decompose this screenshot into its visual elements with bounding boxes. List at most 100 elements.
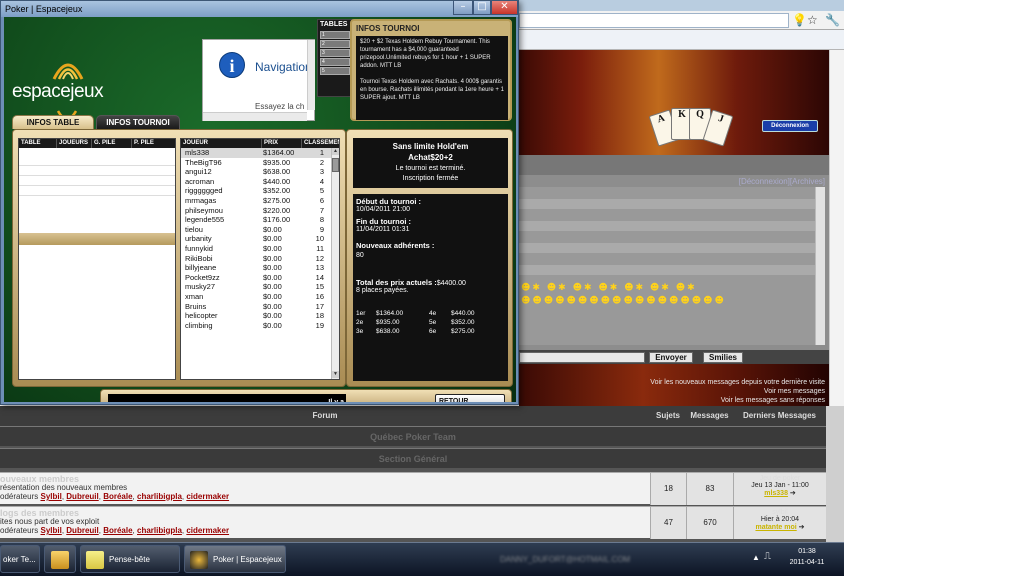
logout-button[interactable]: Déconnexion <box>762 120 818 132</box>
player-row[interactable]: legende555 $176.00 8 <box>181 215 331 225</box>
forum-row: logs des membres ites nous part de vos e… <box>0 506 826 539</box>
table-item[interactable]: 5 <box>320 67 350 75</box>
prize-place: 6e <box>429 328 437 335</box>
my-messages-link[interactable]: Voir mes messages <box>764 388 825 395</box>
bulb-icon[interactable]: 💡 <box>792 13 807 27</box>
espacejeux-icon <box>190 551 208 569</box>
smilies-button[interactable]: Smilies <box>703 352 743 363</box>
player-rank: 12 <box>315 253 324 263</box>
forum-row: ouveaux membres résentation des nouveaux… <box>0 472 826 505</box>
player-row[interactable]: urbanity $0.00 10 <box>181 234 331 244</box>
send-button[interactable]: Envoyer <box>649 352 693 363</box>
col-big-stack[interactable]: G. PILE <box>91 139 131 148</box>
col-rank[interactable]: CLASSEMENT <box>301 139 339 148</box>
close-button[interactable]: ✕ <box>491 1 518 15</box>
col-players[interactable]: JOUEURS <box>56 139 91 148</box>
notification-vscroll[interactable] <box>307 40 315 110</box>
minimize-button[interactable]: – <box>453 1 473 15</box>
players-scrollbar[interactable]: ▲ ▼ <box>331 148 339 379</box>
player-row[interactable]: helicopter $0.00 18 <box>181 311 331 321</box>
player-row[interactable]: angui12 $638.00 3 <box>181 167 331 177</box>
last-user-link[interactable]: mls338 <box>764 490 788 497</box>
col-small-stack[interactable]: P. PILE <box>131 139 175 148</box>
player-row[interactable]: acroman $440.00 4 <box>181 177 331 187</box>
last-user-link[interactable]: matante moi <box>755 524 796 531</box>
tables-panel: TABLES 1 2 3 4 5 <box>317 19 353 97</box>
col-prize[interactable]: PRIX <box>261 139 301 148</box>
player-row[interactable]: rigggggged $352.00 5 <box>181 186 331 196</box>
player-row[interactable]: climbing $0.00 19 <box>181 321 331 331</box>
total-prize-value: $4400.00 <box>436 280 466 287</box>
navigation-notification[interactable]: i Navigation Essayez la ch <box>202 39 315 121</box>
taskbar-item-sticky-notes[interactable]: Pense-bête <box>80 545 180 573</box>
address-bar[interactable]: 💡 ☆ 🔧 <box>519 11 844 30</box>
player-name: RikiBobi <box>185 253 213 263</box>
forum-banner-2: Voir les nouveaux messages depuis votre … <box>519 364 829 406</box>
new-messages-link[interactable]: Voir les nouveaux messages depuis votre … <box>650 379 825 386</box>
player-row[interactable]: musky27 $0.00 15 <box>181 282 331 292</box>
player-prize: $0.00 <box>263 224 282 234</box>
tab-infos-tournoi[interactable]: INFOS TOURNOI <box>96 115 180 129</box>
url-field[interactable] <box>519 13 789 28</box>
logo-text: espacejeux <box>12 81 104 102</box>
scroll-down-icon[interactable]: ▼ <box>332 371 339 378</box>
player-row[interactable]: xman $0.00 16 <box>181 292 331 302</box>
smileys-line-2[interactable]: ☻☻☻☻☻☻☻☻☻☻☻☻☻☻☻☻☻☻ <box>521 295 821 308</box>
player-row[interactable]: tielou $0.00 9 <box>181 225 331 235</box>
archive-links[interactable]: [Déconnexion][Archives] <box>739 177 825 186</box>
player-row[interactable]: billyjeane $0.00 13 <box>181 263 331 273</box>
maximize-button[interactable]: □ <box>473 1 491 15</box>
player-name: billyjeane <box>185 263 217 273</box>
table-item[interactable]: 1 <box>320 31 350 39</box>
clock-time: 01:38 <box>798 548 816 555</box>
network-icon[interactable]: ⎍ <box>764 551 771 562</box>
player-name: Bruins <box>185 301 207 311</box>
player-row[interactable]: philseymou $220.00 7 <box>181 206 331 216</box>
retour-button[interactable]: RETOUR <box>435 394 505 402</box>
end-label: Fin du tournoi : <box>356 217 411 226</box>
table-item[interactable]: 2 <box>320 40 350 48</box>
tournament-panel: Sans limite Hold'em Achat$20+2 Le tourno… <box>346 129 513 387</box>
player-rank: 6 <box>319 196 324 205</box>
tray-arrow-icon[interactable]: ▲ <box>752 553 760 562</box>
smileys-row[interactable]: ☻✱ ☻✱ ☻✱ ☻✱ ☻✱ ☻✱ ☻✱ ☻☻☻☻☻☻☻☻☻☻☻☻☻☻☻☻☻☻ <box>521 282 821 312</box>
player-row[interactable]: mls338 $1364.00 1 <box>181 148 331 158</box>
player-rank: 7 <box>319 205 324 215</box>
table-item[interactable]: 4 <box>320 58 350 66</box>
tab-infos-table[interactable]: INFOS TABLE <box>12 115 94 129</box>
clock[interactable]: 01:38 2011-04-11 <box>777 546 837 568</box>
taskbar-item-poker[interactable]: Poker | Espacejeux <box>184 545 286 573</box>
poker-client: espacejeux i Navigation Essayez la ch TA… <box>4 17 516 402</box>
smileys-line-1[interactable]: ☻✱ ☻✱ ☻✱ ☻✱ ☻✱ ☻✱ ☻✱ <box>521 282 821 295</box>
unanswered-link[interactable]: Voir les messages sans réponses <box>721 397 825 404</box>
player-row[interactable]: mrmagas $275.00 6 <box>181 196 331 206</box>
prize-amount: $935.00 <box>376 319 400 326</box>
prize-amount: $352.00 <box>451 319 475 326</box>
forum-scrollbar[interactable] <box>826 406 844 542</box>
notification-hscroll[interactable] <box>203 112 307 121</box>
player-row[interactable]: Pocket9zz $0.00 14 <box>181 273 331 283</box>
player-row[interactable]: RikiBobi $0.00 12 <box>181 254 331 264</box>
wrench-icon[interactable]: 🔧 <box>825 13 840 27</box>
section-row[interactable]: Section Général <box>0 448 826 468</box>
star-icon[interactable]: ☆ <box>807 13 818 27</box>
bookmarks-bar <box>519 30 844 50</box>
chat-input-bar: Envoyer Smilies <box>519 350 829 364</box>
taskbar-item-explorer[interactable] <box>44 545 76 573</box>
col-player[interactable]: JOUEUR <box>181 139 261 148</box>
table-item[interactable]: 3 <box>320 49 350 57</box>
scroll-up-icon[interactable]: ▲ <box>332 148 339 155</box>
scroll-thumb[interactable] <box>332 158 339 172</box>
player-row[interactable]: Bruins $0.00 17 <box>181 302 331 312</box>
player-rank: 9 <box>319 224 324 234</box>
col-table[interactable]: TABLE <box>19 139 56 148</box>
new-members-value: 80 <box>356 252 364 259</box>
taskbar-item-poker-team[interactable]: oker Te... <box>0 545 40 573</box>
chat-input[interactable] <box>519 352 645 363</box>
chatbox-scrollbar[interactable] <box>815 187 825 345</box>
player-row[interactable]: funnykid $0.00 11 <box>181 244 331 254</box>
end-value: 11/04/2011 01:31 <box>356 226 410 233</box>
player-row[interactable]: TheBigT96 $935.00 2 <box>181 158 331 168</box>
prize-place: 4e <box>429 310 437 317</box>
category-row[interactable]: Québec Poker Team <box>0 426 826 446</box>
